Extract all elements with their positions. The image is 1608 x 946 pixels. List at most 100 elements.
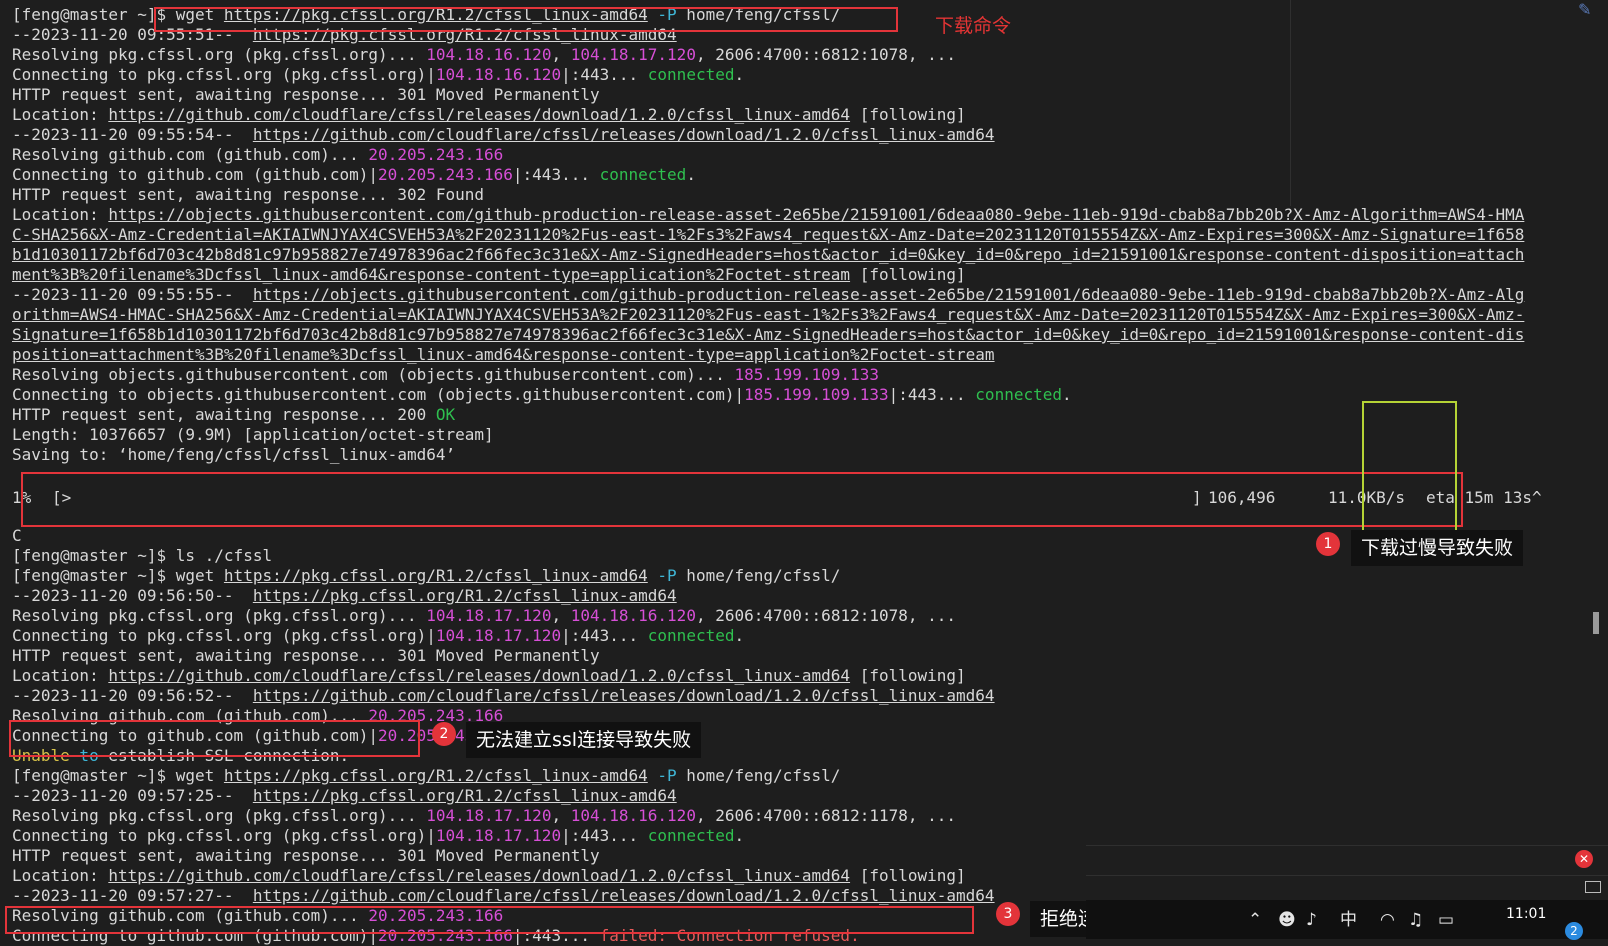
terminal-text: |:443... [561, 65, 648, 84]
terminal-line: --2023-11-20 09:55:55-- https://objects.… [12, 285, 1524, 305]
terminal-link[interactable]: https://github.com/cloudflare/cfssl/rele… [108, 666, 850, 685]
terminal-text: 20.205.243.166 [368, 145, 504, 164]
terminal-line: Connecting to github.com (github.com)|20… [12, 165, 696, 185]
terminal-line: HTTP request sent, awaiting response... … [12, 846, 600, 866]
terminal-text: [following] [850, 866, 966, 885]
terminal-line: --2023-11-20 09:56:52-- https://github.c… [12, 686, 995, 706]
terminal-text: --2023-11-20 09:57:25-- [12, 786, 253, 805]
terminal-link[interactable]: https://github.com/cloudflare/cfssl/rele… [253, 125, 995, 144]
terminal-text: 104.18.17.120 [570, 45, 696, 64]
speaker-icon[interactable]: ♪ [1306, 910, 1317, 930]
terminal-link[interactable]: https://objects.githubusercontent.com/gi… [108, 205, 1524, 224]
terminal-text: connected [647, 626, 735, 645]
terminal-line: [feng@master ~]$ wget https://pkg.cfssl.… [12, 566, 840, 586]
terminal-link[interactable]: ment%3B%20filename%3Dcfssl_linux-amd64&r… [12, 265, 850, 284]
terminal-line: HTTP request sent, awaiting response... … [12, 85, 600, 105]
terminal-text: Connecting to pkg.cfssl.org (pkg.cfssl.o… [12, 626, 436, 645]
terminal-text: 104.18.16.120 [570, 806, 696, 825]
terminal-text: HTTP request sent, awaiting response... … [12, 646, 600, 665]
terminal-text: --2023-11-20 09:56:50-- [12, 586, 253, 605]
terminal-text: . [1062, 385, 1072, 404]
terminal-link[interactable]: https://pkg.cfssl.org/R1.2/cfssl_linux-a… [253, 786, 677, 805]
terminal-link[interactable]: https://objects.githubusercontent.com/gi… [253, 285, 1525, 304]
terminal-text: -P [647, 766, 677, 785]
terminal-text: . [686, 165, 696, 184]
terminal-link[interactable]: https://pkg.cfssl.org/R1.2/cfssl_linux-a… [253, 586, 677, 605]
terminal-text: --2023-11-20 09:57:27-- [12, 886, 253, 905]
terminal-text: Length: 10376657 (9.9M) [application/oct… [12, 425, 494, 444]
terminal-text: |:443... [888, 385, 976, 404]
wifi-icon[interactable]: ◠ [1380, 910, 1395, 930]
annotation-badge-1: 1 [1316, 532, 1340, 556]
terminal-line: Saving to: ‘home/feng/cfssl/cfssl_linux-… [12, 445, 455, 465]
terminal-text: Resolving objects.githubusercontent.com … [12, 365, 735, 384]
terminal-text: HTTP request sent, awaiting response... … [12, 405, 436, 424]
terminal-line: --2023-11-20 09:57:27-- https://github.c… [12, 886, 995, 906]
monitor-icon [1585, 881, 1601, 893]
terminal-line: Connecting to pkg.cfssl.org (pkg.cfssl.o… [12, 65, 744, 85]
terminal-line: Connecting to pkg.cfssl.org (pkg.cfssl.o… [12, 826, 744, 846]
volume-icon[interactable]: ♫ [1408, 910, 1423, 930]
terminal-line: HTTP request sent, awaiting response... … [12, 405, 455, 425]
terminal-text: Connecting to github.com (github.com)| [12, 165, 379, 184]
terminal-text: Connecting to pkg.cfssl.org (pkg.cfssl.o… [12, 826, 436, 845]
scrollbar-thumb[interactable] [1593, 612, 1599, 634]
terminal-text: --2023-11-20 09:55:54-- [12, 125, 253, 144]
ssl-failure-label: 无法建立ssl连接导致失败 [466, 722, 702, 758]
terminal-link[interactable]: orithm=AWS4-HMAC-SHA256&X-Amz-Credential… [12, 305, 1524, 324]
terminal-text: Resolving pkg.cfssl.org (pkg.cfssl.org).… [12, 806, 427, 825]
terminal-line: [feng@master ~]$ wget https://pkg.cfssl.… [12, 766, 840, 786]
terminal-text: , [551, 806, 571, 825]
terminal-line: position=attachment%3B%20filename%3Dcfss… [12, 345, 995, 365]
chevron-up-icon[interactable]: ⌃ [1248, 910, 1262, 930]
terminal-line: --2023-11-20 09:56:50-- https://pkg.cfss… [12, 586, 677, 606]
terminal-text: connected [647, 65, 735, 84]
terminal-line: Connecting to pkg.cfssl.org (pkg.cfssl.o… [12, 626, 744, 646]
terminal-line: --2023-11-20 09:57:25-- https://pkg.cfss… [12, 786, 677, 806]
terminal-link[interactable]: https://github.com/cloudflare/cfssl/rele… [108, 866, 850, 885]
terminal-link[interactable]: https://pkg.cfssl.org/R1.2/cfssl_linux-a… [224, 566, 648, 585]
terminal-text: [feng@master ~]$ wget [12, 566, 224, 585]
terminal-text: 185.199.109.133 [734, 365, 879, 384]
terminal-link[interactable]: https://github.com/cloudflare/cfssl/rele… [108, 105, 850, 124]
terminal-line: Location: https://github.com/cloudflare/… [12, 105, 966, 125]
terminal-text: Connecting to pkg.cfssl.org (pkg.cfssl.o… [12, 65, 436, 84]
terminal-link[interactable]: Signature=1f658b1d10301172bf6d703c42b8d8… [12, 325, 1524, 344]
system-tray: ⌃ ☻ ♪ 中 ◠ ♫ ▭ 11:01 [1086, 900, 1608, 939]
ime-indicator[interactable]: 中 [1340, 910, 1357, 930]
terminal-text: [feng@master ~]$ wget [12, 766, 224, 785]
paperclip-icon[interactable]: ✎ [1578, 0, 1591, 19]
terminal-line: [feng@master ~]$ ls ./cfssl [12, 546, 272, 566]
terminal-line: HTTP request sent, awaiting response... … [12, 185, 484, 205]
app-tray-icon[interactable]: ☻ [1278, 910, 1296, 930]
terminal-line: C-SHA256&X-Amz-Credential=AKIAIWNJYAX4CS… [12, 225, 1524, 245]
terminal-text: --2023-11-20 09:55:55-- [12, 285, 253, 304]
close-icon[interactable]: ✕ [1575, 850, 1593, 868]
terminal-text: 104.18.17.120 [435, 826, 562, 845]
terminal-link[interactable]: https://github.com/cloudflare/cfssl/rele… [253, 886, 995, 905]
clock-time[interactable]: 11:01 [1506, 905, 1546, 923]
terminal-line: Connecting to objects.githubusercontent.… [12, 385, 1072, 405]
terminal-line: Location: https://objects.githubusercont… [12, 205, 1524, 225]
terminal-link[interactable]: https://pkg.cfssl.org/R1.2/cfssl_linux-a… [224, 766, 648, 785]
terminal-text: |:443... [512, 165, 600, 184]
terminal-link[interactable]: b1d10301172bf6d703c42b8d81c97b958827e749… [12, 245, 1524, 264]
terminal-text: [feng@master ~]$ ls ./cfssl [12, 546, 273, 565]
terminal-text: [following] [850, 105, 966, 124]
terminal-text: home/feng/cfssl/ [676, 566, 841, 585]
notification-badge[interactable]: 2 [1565, 922, 1583, 940]
terminal-link[interactable]: C-SHA256&X-Amz-Credential=AKIAIWNJYAX4CS… [12, 225, 1524, 244]
terminal-line: Resolving github.com (github.com)... 20.… [12, 145, 503, 165]
terminal-text: --2023-11-20 09:56:52-- [12, 686, 253, 705]
battery-icon[interactable]: ▭ [1438, 910, 1454, 930]
terminal-line: Resolving pkg.cfssl.org (pkg.cfssl.org).… [12, 45, 956, 65]
terminal-line: Resolving objects.githubusercontent.com … [12, 365, 879, 385]
ssl-failure-box [9, 720, 420, 757]
terminal-link[interactable]: position=attachment%3B%20filename%3Dcfss… [12, 345, 995, 364]
terminal-text: 104.18.17.120 [426, 806, 552, 825]
terminal-text: 20.205.243.166 [378, 165, 513, 184]
connection-refused-box [5, 906, 974, 934]
terminal-line: Location: https://github.com/cloudflare/… [12, 866, 966, 886]
slow-download-label: 下载过慢导致失败 [1351, 530, 1524, 566]
terminal-link[interactable]: https://github.com/cloudflare/cfssl/rele… [253, 686, 995, 705]
